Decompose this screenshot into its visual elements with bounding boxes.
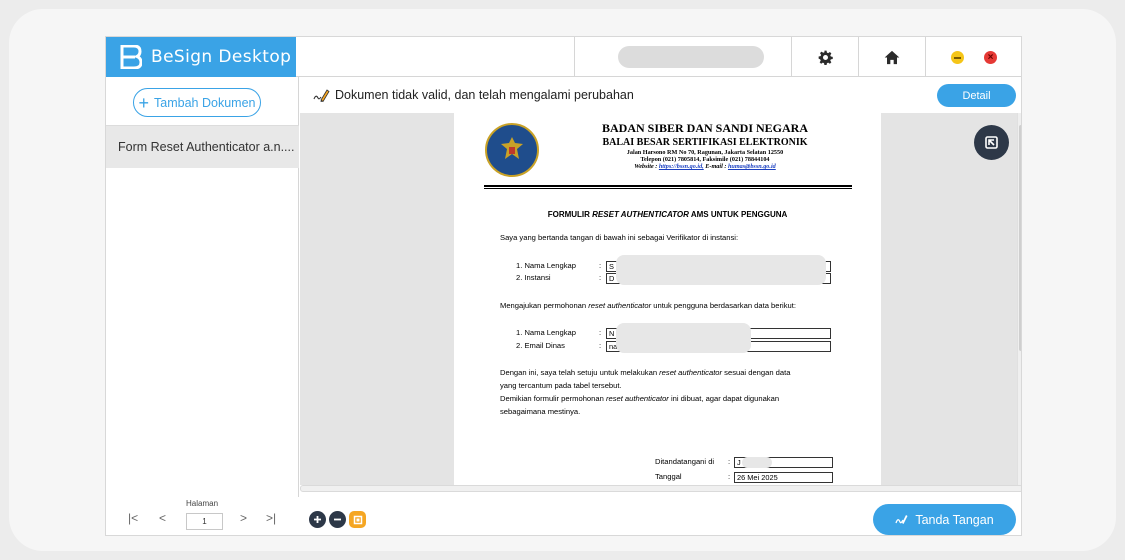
document-list-item[interactable]: Form Reset Authenticator a.n.... xyxy=(106,126,299,168)
bssn-emblem-logo xyxy=(485,123,539,177)
redaction-blur xyxy=(616,323,751,353)
pdf-viewer[interactable]: BADAN SIBER DAN SANDI NEGARA BALAI BESAR… xyxy=(300,113,1021,485)
minus-icon xyxy=(334,518,341,521)
divider xyxy=(574,37,575,77)
plus-icon xyxy=(314,516,321,523)
zoom-out-button[interactable] xyxy=(329,511,346,528)
page-number-input[interactable]: 1 xyxy=(186,513,223,530)
form-title-part: AMS UNTUK PENGGUNA xyxy=(688,210,788,219)
horizontal-scrollbar[interactable] xyxy=(300,485,1021,492)
besign-app-window: BeSign Desktop × + Tambah Dokumen Form R… xyxy=(105,36,1022,536)
bottom-toolbar: Halaman |< < 1 > >| Tanda Tangan xyxy=(106,497,1021,535)
divider xyxy=(925,37,926,77)
app-title: BeSign Desktop xyxy=(151,47,292,67)
user-account-pill[interactable] xyxy=(618,46,764,68)
redaction-blur xyxy=(616,255,826,285)
home-button[interactable] xyxy=(859,37,925,77)
request-text: Mengajukan permohonan reset authenticato… xyxy=(500,299,796,312)
agreement-part: yang tercantum pada tabel tersebut. xyxy=(500,381,622,390)
field-colon: : xyxy=(599,341,602,350)
last-page-button[interactable]: >| xyxy=(266,511,276,525)
divider xyxy=(484,185,852,187)
exit-fullscreen-button[interactable] xyxy=(974,125,1009,160)
signature-warning-icon xyxy=(313,89,330,103)
validation-status-bar: Dokumen tidak valid, dan telah mengalami… xyxy=(300,77,1021,113)
add-document-label: Tambah Dokumen xyxy=(154,95,256,110)
closing-part: Demikian formulir permohonan xyxy=(500,394,606,403)
validation-status-text: Dokumen tidak valid, dan telah mengalami… xyxy=(335,88,634,102)
document-sidebar: + Tambah Dokumen Form Reset Authenticato… xyxy=(106,77,299,497)
document-name: Form Reset Authenticator a.n.... xyxy=(118,140,295,154)
letterhead: BADAN SIBER DAN SANDI NEGARA BALAI BESAR… xyxy=(550,121,860,170)
form-title-part: FORMULIR xyxy=(547,210,593,219)
field-label: 2. Instansi xyxy=(516,273,551,282)
agreement-paragraph: Dengan ini, saya telah setuju untuk mela… xyxy=(500,366,834,392)
field-colon: : xyxy=(728,457,731,466)
field-colon: : xyxy=(599,328,602,337)
next-page-button[interactable]: > xyxy=(240,511,247,525)
letterhead-contact: Website : https://bssn.go.id, E-mail : h… xyxy=(550,163,860,170)
signature-icon xyxy=(895,515,908,524)
letterhead-subtitle: BALAI BESAR SERTIFIKASI ELEKTRONIK xyxy=(602,137,808,148)
website-link[interactable]: https://bssn.go.id, xyxy=(659,163,704,170)
website-label: Website : xyxy=(634,163,659,170)
sign-document-label: Tanda Tangan xyxy=(915,512,994,527)
closing-part: sebagaimana mestinya. xyxy=(500,407,581,416)
brand-header: BeSign Desktop xyxy=(106,37,296,77)
fit-page-icon xyxy=(353,515,362,524)
fit-page-button[interactable] xyxy=(349,511,366,528)
settings-button[interactable] xyxy=(792,37,858,77)
form-title-italic: RESET AUTHENTICATOR xyxy=(592,210,689,219)
field-label: 2. Email Dinas xyxy=(516,341,565,350)
minimize-button[interactable] xyxy=(951,51,964,64)
plus-icon: + xyxy=(138,92,150,113)
letterhead-title: BADAN SIBER DAN SANDI NEGARA xyxy=(601,121,809,135)
home-icon xyxy=(884,50,900,64)
zoom-in-button[interactable] xyxy=(309,511,326,528)
agreement-part: Dengan ini, saya telah setuju untuk mela… xyxy=(500,368,660,377)
pdf-page: BADAN SIBER DAN SANDI NEGARA BALAI BESAR… xyxy=(454,113,881,485)
first-page-button[interactable]: |< xyxy=(128,511,138,525)
vertical-scrollbar[interactable] xyxy=(1017,113,1021,485)
date-label: Tanggal xyxy=(655,472,682,481)
closing-part: ini dibuat, agar dapat digunakan xyxy=(668,394,780,403)
email-label: E-mail : xyxy=(703,163,728,170)
letterhead-address: Jalan Harsono RM No 70, Ragunan, Jakarta… xyxy=(626,149,784,156)
close-button[interactable]: × xyxy=(984,51,997,64)
page-label: Halaman xyxy=(186,499,219,508)
intro-text: Saya yang bertanda tangan di bawah ini s… xyxy=(500,233,739,242)
request-part: untuk pengguna berdasarkan data berikut: xyxy=(651,301,796,310)
email-link[interactable]: humas@bssn.go.id xyxy=(728,163,776,170)
redaction-blur xyxy=(742,457,772,468)
request-part: Mengajukan permohonan xyxy=(500,301,589,310)
agreement-part: sesuai dengan data xyxy=(722,368,791,377)
closing-italic: reset authenticator xyxy=(605,394,669,403)
gear-icon xyxy=(818,50,833,65)
previous-page-button[interactable]: < xyxy=(159,511,166,525)
collapse-icon xyxy=(985,136,998,149)
field-colon: : xyxy=(728,472,731,481)
signed-at-label: Ditandatangani di xyxy=(655,457,715,466)
close-icon: × xyxy=(987,52,994,63)
divider xyxy=(484,188,852,189)
besign-logo-icon xyxy=(120,45,142,69)
letterhead-phone: Telepon (021) 7805814, Faksimile (021) 7… xyxy=(640,156,770,163)
field-colon: : xyxy=(599,273,602,282)
request-italic: reset authenticator xyxy=(588,301,652,310)
add-document-button[interactable]: + Tambah Dokumen xyxy=(133,88,261,117)
date-field: 26 Mei 2025 xyxy=(734,472,833,483)
form-title: FORMULIR RESET AUTHENTICATOR AMS UNTUK P… xyxy=(454,210,881,219)
sign-document-button[interactable]: Tanda Tangan xyxy=(873,504,1016,535)
detail-button[interactable]: Detail xyxy=(937,84,1016,107)
scrollbar-thumb[interactable] xyxy=(1019,125,1021,351)
closing-paragraph: Demikian formulir permohonan reset authe… xyxy=(500,392,834,418)
title-bar: BeSign Desktop × xyxy=(106,37,1021,77)
agreement-italic: reset authenticator xyxy=(659,368,723,377)
field-label: 1. Nama Lengkap xyxy=(516,328,576,337)
minimize-icon xyxy=(954,56,961,59)
